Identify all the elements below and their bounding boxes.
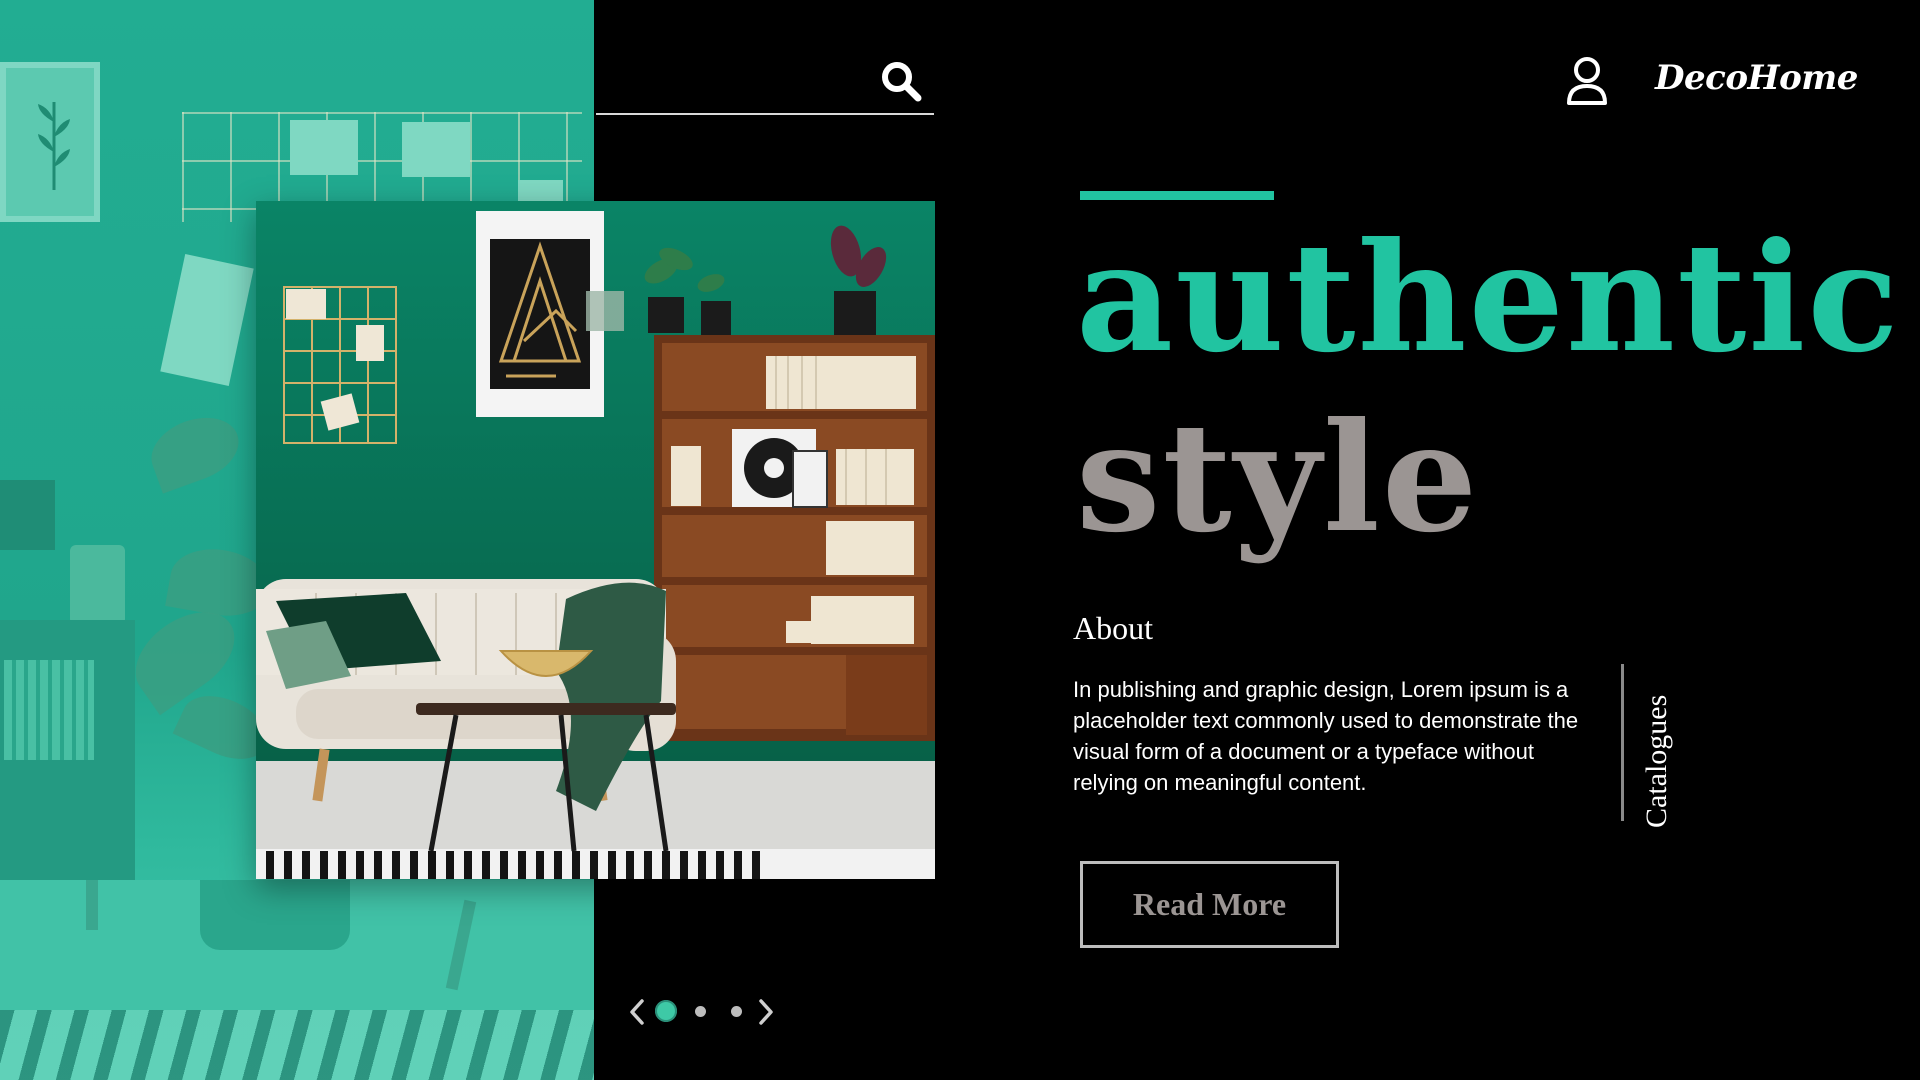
carousel-dot[interactable] — [731, 1006, 742, 1017]
search-icon[interactable] — [880, 60, 922, 102]
book-row — [4, 660, 94, 760]
plant-leaf — [142, 406, 248, 494]
wall-art-frame — [0, 62, 100, 222]
about-body: In publishing and graphic design, Lorem … — [1073, 677, 1579, 795]
headline-primary: authentic — [1076, 210, 1901, 386]
chevron-left-icon[interactable] — [628, 998, 646, 1026]
chevron-right-icon[interactable] — [757, 998, 775, 1026]
hero-image — [256, 201, 935, 879]
catalogues-divider — [1621, 664, 1624, 821]
carousel-dot[interactable] — [695, 1006, 706, 1017]
search-underline[interactable] — [596, 113, 934, 115]
cabinet-leg — [86, 880, 98, 930]
headline-secondary: style — [1076, 390, 1480, 566]
pinned-note — [160, 254, 254, 386]
carousel-dot-active[interactable] — [655, 1000, 677, 1022]
user-icon[interactable] — [1566, 56, 1608, 106]
page: DecoHome authentic style About In publis… — [0, 0, 1920, 1080]
pinned-note — [290, 120, 358, 175]
leaf-illustration — [38, 102, 70, 190]
side-cabinet — [0, 620, 135, 900]
pinned-note — [402, 122, 470, 177]
living-room-photo — [256, 201, 935, 879]
about-title: About — [1073, 610, 1153, 646]
read-more-button[interactable]: Read More — [1080, 861, 1339, 948]
record-player — [0, 480, 55, 550]
plant-pot — [70, 545, 125, 625]
planter — [200, 880, 350, 950]
headline-accent-bar — [1080, 191, 1274, 200]
rug — [256, 849, 935, 879]
brand-logo[interactable]: DecoHome — [1655, 58, 1858, 108]
striped-rug — [0, 1010, 594, 1080]
catalogues-link[interactable]: Catalogues — [1640, 668, 1680, 828]
